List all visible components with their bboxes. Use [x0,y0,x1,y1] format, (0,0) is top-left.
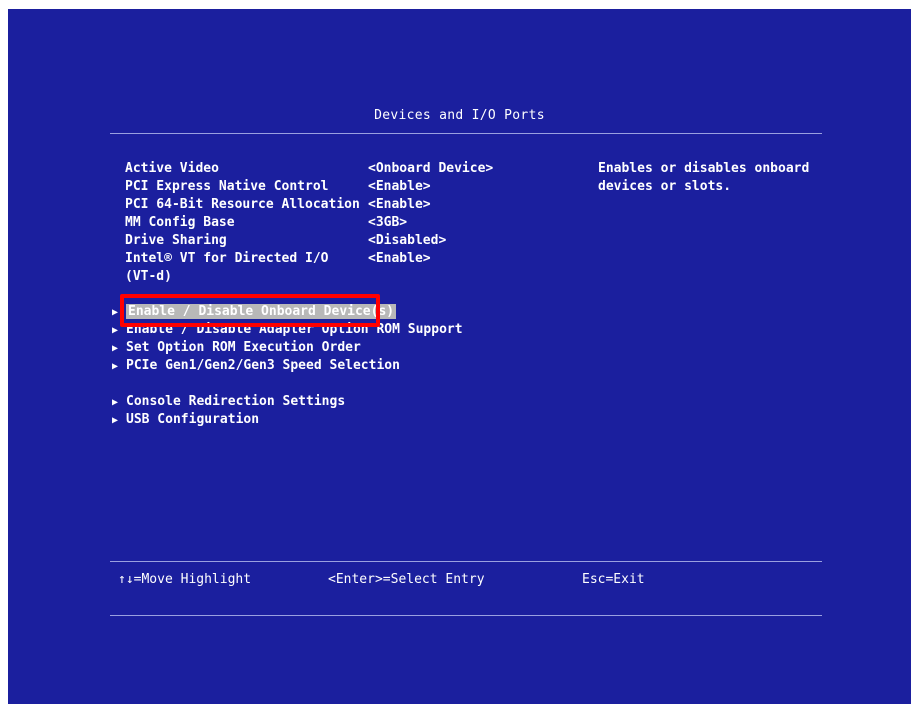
setting-drive-sharing-label: Drive Sharing [125,233,227,248]
menu-item-console-redirection[interactable]: ▶ Console Redirection Settings [112,393,345,412]
setting-active-video-value[interactable]: <Onboard Device> [368,160,493,178]
menu-item-usb-configuration[interactable]: ▶ USB Configuration [112,411,259,430]
menu-item-pcie-speed[interactable]: ▶ PCIe Gen1/Gen2/Gen3 Speed Selection [112,357,400,376]
setting-vtd-label-cont: (VT-d) [125,269,172,284]
arrow-right-icon: ▶ [112,397,119,408]
setting-pcie-native-control-value[interactable]: <Enable> [368,178,431,196]
bios-screen: Devices and I/O Ports Active Video <Onbo… [8,9,911,704]
page-title: Devices and I/O Ports [374,108,545,123]
setting-pcie-native-control-label: PCI Express Native Control [125,179,329,194]
menu-item-adapter-option-rom[interactable]: ▶ Enable / Disable Adapter Option ROM Sup… [112,321,463,340]
footer-move-hint: ↑↓=Move Highlight [118,572,252,587]
arrow-right-icon: ▶ [112,415,119,426]
footer-select-hint: <Enter>=Select Entry [328,572,485,587]
footer-bottom-divider [110,615,822,616]
arrow-right-icon: ▶ [112,325,119,336]
title-divider [110,133,822,134]
footer-exit-hint: Esc=Exit [582,572,645,587]
setting-pci-64bit-value[interactable]: <Enable> [368,196,431,214]
menu-item-label: Enable / Disable Adapter Option ROM Supp… [126,322,463,337]
menu-item-label: Set Option ROM Execution Order [126,340,361,355]
help-text: Enables or disables onboard devices or s… [598,161,810,194]
menu-item-label: Enable / Disable Onboard Device(s) [126,304,397,319]
setting-active-video-label: Active Video [125,161,219,176]
arrow-right-icon: ▶ [112,343,119,354]
menu-item-label: PCIe Gen1/Gen2/Gen3 Speed Selection [126,358,400,373]
setting-mm-config-base-label: MM Config Base [125,215,235,230]
setting-drive-sharing-value[interactable]: <Disabled> [368,232,446,250]
menu-item-onboard-devices[interactable]: ▶ Enable / Disable Onboard Device(s) [112,303,397,322]
menu-item-option-rom-order[interactable]: ▶ Set Option ROM Execution Order [112,339,361,358]
setting-vtd-label: Intel® VT for Directed I/O [125,251,329,266]
footer-top-divider [110,561,822,562]
menu-item-label: Console Redirection Settings [126,394,346,409]
setting-mm-config-base-value[interactable]: <3GB> [368,214,407,232]
setting-vtd-value[interactable]: <Enable> [368,250,431,268]
setting-pci-64bit-label: PCI 64-Bit Resource Allocation [125,197,360,212]
arrow-right-icon: ▶ [112,307,119,318]
arrow-right-icon: ▶ [112,361,119,372]
menu-item-label: USB Configuration [126,412,260,427]
